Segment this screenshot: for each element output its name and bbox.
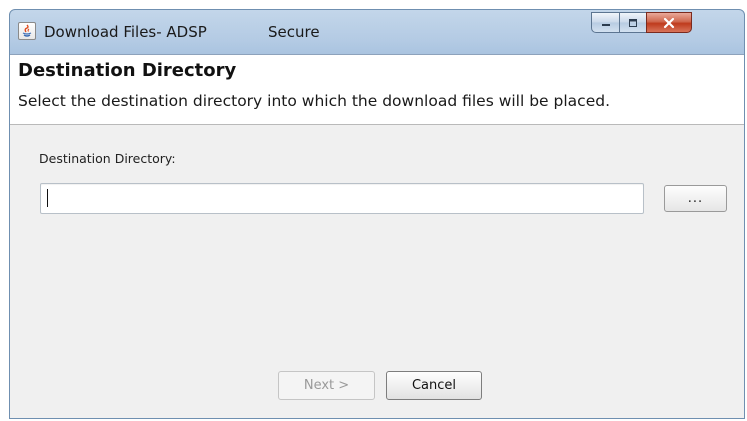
close-icon xyxy=(663,17,675,28)
close-button[interactable] xyxy=(646,12,692,33)
minimize-button[interactable] xyxy=(591,12,620,33)
download-files-window: Download Files- ADSP Secure Destination … xyxy=(9,9,745,419)
window-title: Download Files- ADSP xyxy=(44,23,207,41)
minimize-icon xyxy=(601,23,610,26)
text-caret xyxy=(47,189,48,207)
page-description: Select the destination directory into wh… xyxy=(18,92,610,110)
next-button[interactable]: Next > xyxy=(278,371,375,400)
page-title: Destination Directory xyxy=(18,60,237,81)
title-bar[interactable]: Download Files- ADSP Secure xyxy=(10,10,744,54)
maximize-button[interactable] xyxy=(619,12,647,33)
java-app-icon xyxy=(18,22,36,40)
maximize-icon xyxy=(629,18,637,27)
header-panel: Destination Directory Select the destina… xyxy=(10,55,744,125)
destination-directory-label: Destination Directory: xyxy=(39,151,176,166)
dialog-content: Destination Directory Select the destina… xyxy=(10,54,744,418)
browse-button[interactable]: ... xyxy=(664,185,727,212)
destination-directory-input[interactable] xyxy=(40,183,644,214)
secure-label: Secure xyxy=(268,23,320,41)
cancel-button[interactable]: Cancel xyxy=(386,371,482,400)
